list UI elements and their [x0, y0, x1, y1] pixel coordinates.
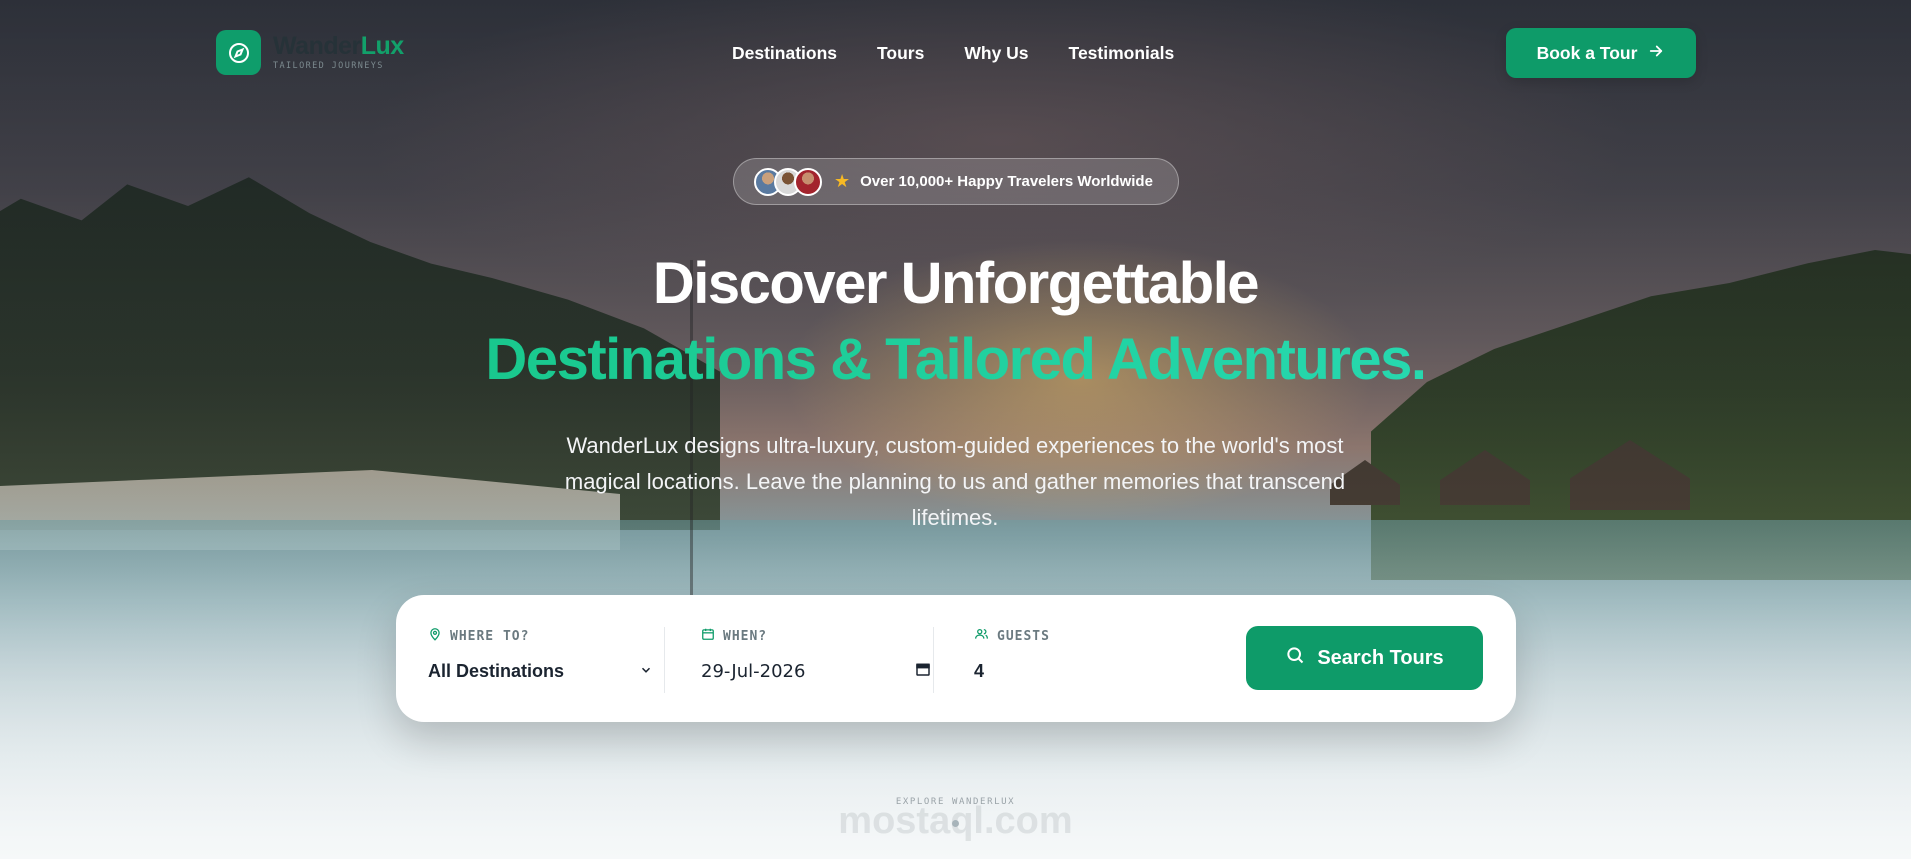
logo[interactable]: WanderLux TAILORED JOURNEYS — [216, 30, 404, 75]
destination-value: All Destinations — [428, 661, 565, 681]
brand-tagline: TAILORED JOURNEYS — [273, 61, 384, 72]
top-navbar: WanderLux TAILORED JOURNEYS Destinations… — [0, 0, 1911, 108]
nav-link-testimonials[interactable]: Testimonials — [1069, 43, 1175, 64]
star-icon: ★ — [834, 171, 851, 191]
traveler-avatars — [754, 167, 822, 196]
date-label: WHEN? — [723, 628, 768, 644]
hero-title-line2: Destinations & Tailored Adventures. — [0, 326, 1911, 393]
brand-name: WanderLux — [273, 32, 404, 61]
nav-link-why-us[interactable]: Why Us — [964, 43, 1028, 64]
compass-icon — [216, 30, 261, 75]
avatar — [794, 167, 822, 196]
divider — [664, 627, 665, 693]
scroll-indicator[interactable] — [952, 820, 959, 827]
book-a-tour-label: Book a Tour — [1536, 42, 1638, 63]
date-input[interactable]: WHEN? 29-Jul-2026 — [701, 627, 931, 693]
chevron-down-icon — [639, 661, 653, 682]
divider — [933, 627, 934, 693]
hero-title-line1: Discover Unforgettable — [652, 251, 1260, 316]
search-tours-button[interactable]: Search Tours — [1246, 626, 1483, 690]
book-a-tour-button[interactable]: Book a Tour — [1506, 28, 1696, 78]
hero-subtitle: WanderLux designs ultra-luxury, custom-g… — [564, 433, 1346, 530]
destination-label: WHERE TO? — [450, 628, 530, 644]
map-pin-icon — [428, 627, 442, 645]
explore-label: EXPLORE WANDERLUX — [895, 797, 1016, 807]
guests-value: 4 — [974, 661, 985, 681]
search-tours-label: Search Tours — [1317, 646, 1444, 669]
destination-select[interactable]: WHERE TO? All Destinations — [428, 627, 653, 693]
calendar-icon — [701, 627, 715, 645]
guests-label: GUESTS — [997, 628, 1050, 644]
calendar-picker-icon[interactable] — [915, 661, 931, 682]
search-icon — [1285, 645, 1305, 671]
tour-search-bar: WHERE TO? All Destinations WHEN? 29-Jul-… — [396, 595, 1516, 722]
nav-links: Destinations Tours Why Us Testimonials — [732, 43, 1174, 64]
arrow-right-icon — [1647, 42, 1665, 65]
users-icon — [974, 627, 989, 645]
date-value: 29-Jul-2026 — [701, 661, 806, 682]
badge-text: Over 10,000+ Happy Travelers Worldwide — [860, 173, 1153, 190]
social-proof-badge: ★ Over 10,000+ Happy Travelers Worldwide — [733, 158, 1179, 205]
nav-link-tours[interactable]: Tours — [877, 43, 924, 64]
nav-link-destinations[interactable]: Destinations — [732, 43, 837, 64]
guests-input[interactable]: GUESTS 4 — [974, 627, 1174, 693]
